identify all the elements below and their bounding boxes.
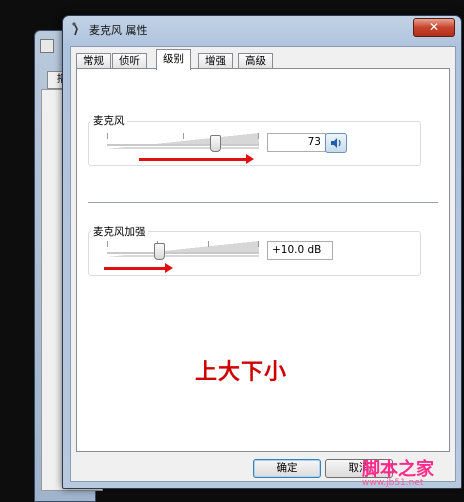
app-icon bbox=[40, 39, 54, 53]
tab-enhancements[interactable]: 增强 bbox=[198, 53, 233, 69]
slider-track bbox=[107, 144, 259, 147]
microphone-level-value[interactable]: 73 bbox=[267, 133, 326, 152]
close-button[interactable]: ✕ bbox=[413, 18, 455, 37]
annotation-text: 上大下小 bbox=[195, 359, 288, 385]
slider-thumb[interactable] bbox=[210, 135, 221, 152]
slider-track bbox=[107, 252, 259, 255]
boost-level-value[interactable]: +10.0 dB bbox=[267, 241, 333, 260]
separator bbox=[88, 202, 438, 204]
title-bar[interactable]: 麦克风 属性 ✕ bbox=[63, 16, 461, 42]
annotation-arrow-top bbox=[139, 154, 254, 164]
tab-advanced[interactable]: 高级 bbox=[238, 53, 273, 69]
site-url-watermark: www.jb51.net bbox=[362, 478, 424, 488]
dialog-title: 麦克风 属性 bbox=[89, 24, 148, 37]
tab-general[interactable]: 常规 bbox=[76, 53, 111, 69]
tab-levels[interactable]: 级别 bbox=[156, 49, 191, 70]
boost-level-slider[interactable] bbox=[107, 239, 259, 261]
slider-thumb[interactable] bbox=[154, 243, 165, 260]
microphone-level-slider[interactable] bbox=[107, 131, 259, 153]
ok-button[interactable]: 确定 bbox=[253, 459, 321, 478]
speaker-icon bbox=[331, 138, 341, 148]
baidu-watermark: Baidu bbox=[330, 425, 403, 451]
mute-toggle-button[interactable] bbox=[325, 133, 347, 153]
annotation-arrow-bottom bbox=[104, 263, 173, 273]
microphone-label: 麦克风 bbox=[91, 113, 127, 128]
tab-listen[interactable]: 侦听 bbox=[112, 53, 147, 69]
boost-label: 麦克风加强 bbox=[91, 224, 148, 239]
microphone-icon bbox=[72, 22, 78, 36]
dialog-client: 常规 侦听 级别 增强 高级 麦克风 73 麦克风加强 +10.0 dB 上大下… bbox=[70, 46, 456, 482]
levels-panel: 麦克风 73 麦克风加强 +10.0 dB 上大下小 bbox=[76, 68, 450, 452]
microphone-properties-dialog: 麦克风 属性 ✕ 常规 侦听 级别 增强 高级 麦克风 73 麦克风加强 +10… bbox=[62, 15, 462, 489]
